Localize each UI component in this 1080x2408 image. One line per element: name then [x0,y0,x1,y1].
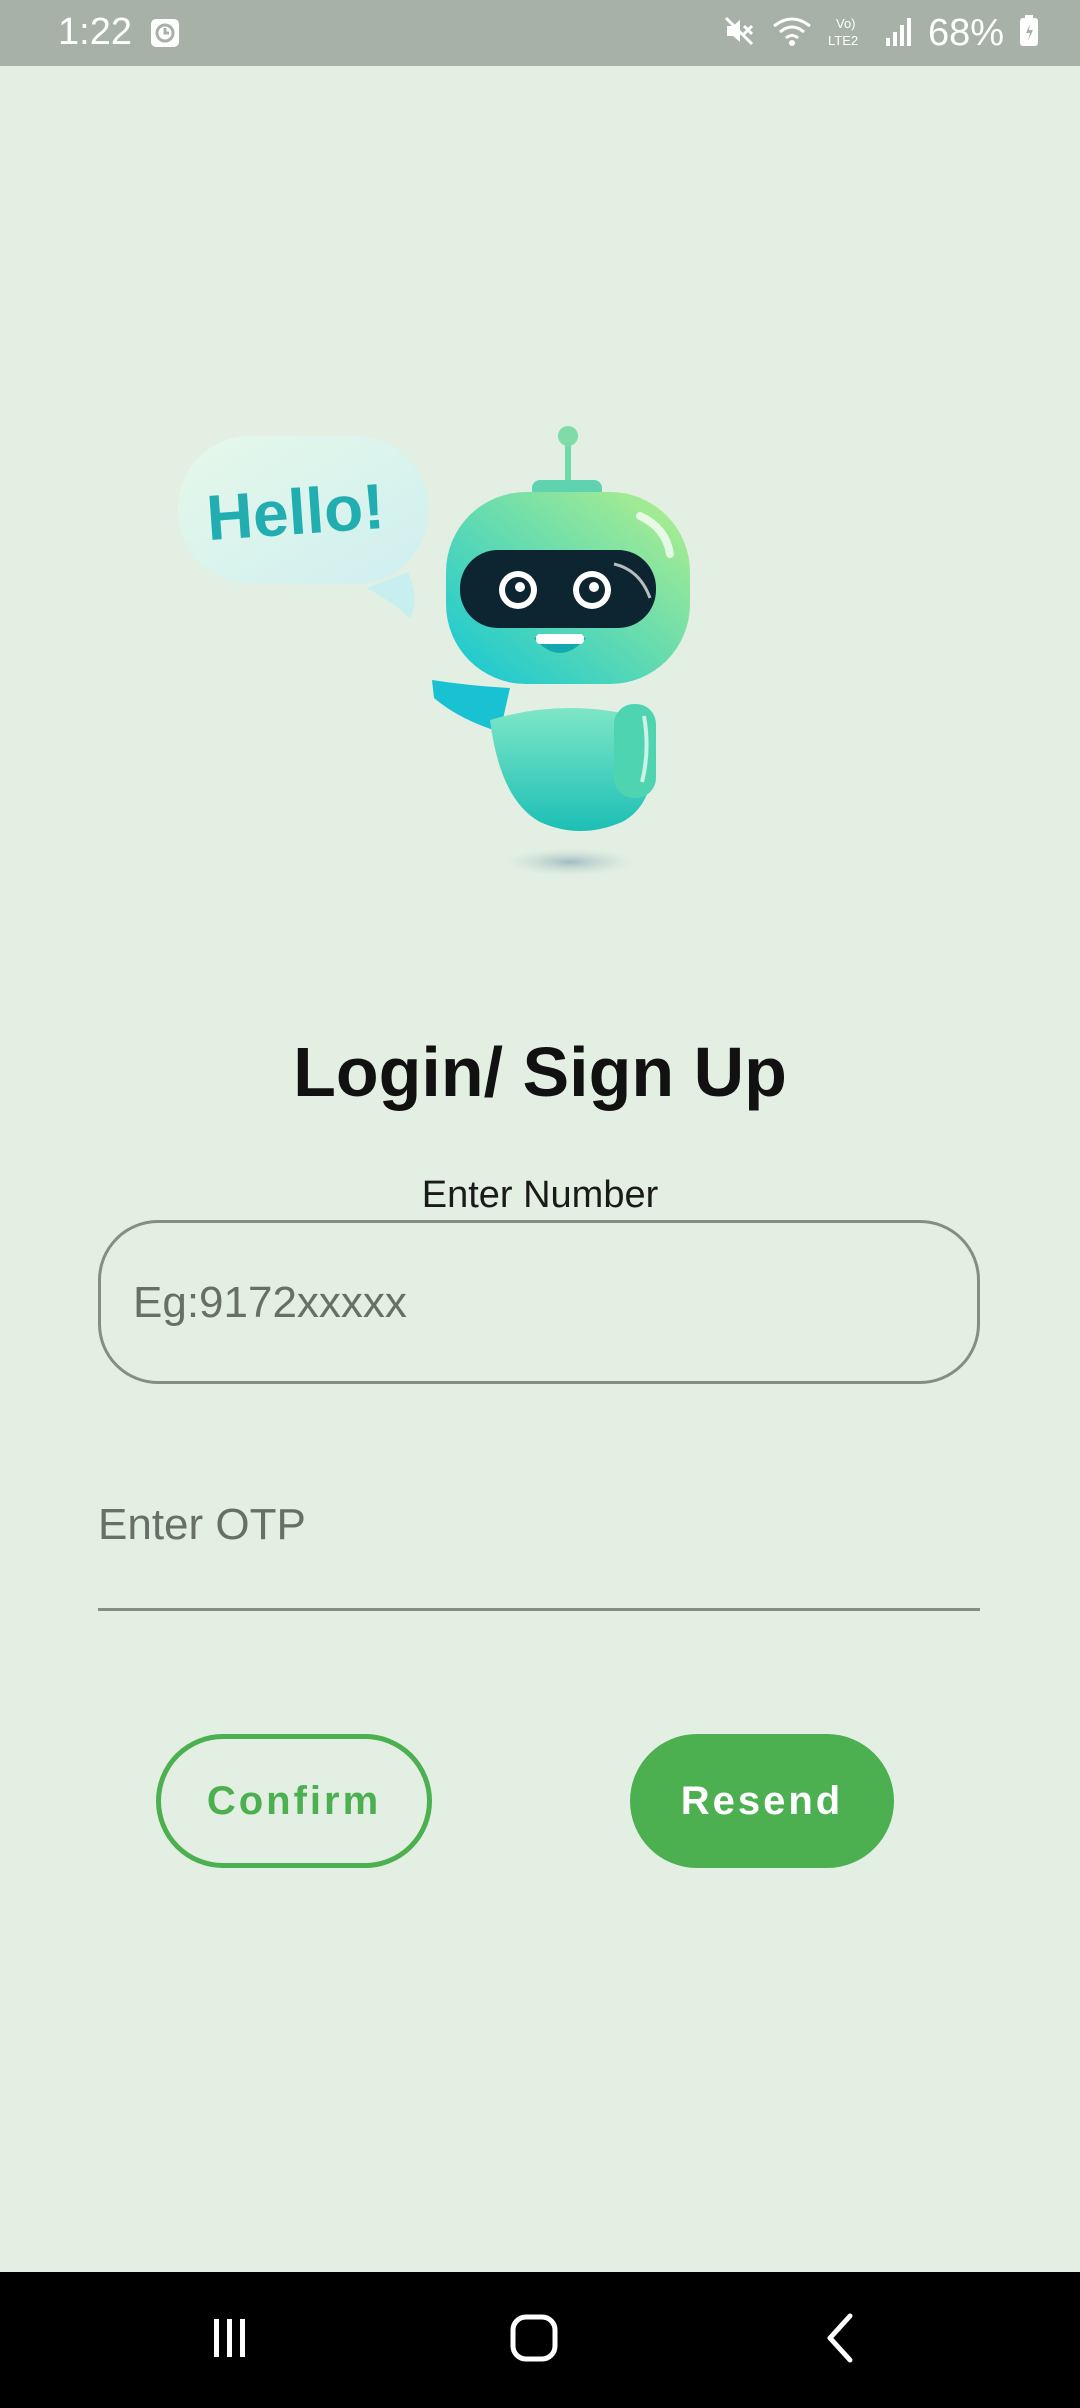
status-bar: 1:22 Vo) LTE2 68% [0,0,1080,66]
page-title: Login/ Sign Up [293,1033,787,1111]
navigation-bar [0,2272,1080,2408]
speech-bubble: Hello! [178,436,428,618]
resend-button[interactable]: Resend [630,1734,894,1868]
otp-input[interactable] [98,1490,980,1560]
back-button[interactable] [790,2272,890,2408]
volte-icon: Vo) LTE2 [828,14,870,53]
robot-illustration: Hello! [170,420,710,900]
otp-field[interactable] [98,1480,980,1611]
bubble-text: Hello! [204,470,386,554]
svg-text:Vo): Vo) [836,16,856,31]
home-button[interactable] [484,2272,584,2408]
alarm-icon [150,18,180,48]
recent-apps-icon [205,2313,255,2368]
svg-text:LTE2: LTE2 [828,33,858,48]
status-icons: Vo) LTE2 68% [722,10,1040,56]
recent-apps-button[interactable] [180,2272,280,2408]
confirm-button[interactable]: Confirm [156,1734,432,1868]
mute-icon [722,14,756,53]
wifi-icon [770,14,814,53]
home-icon [508,2312,560,2369]
battery-percentage: 68% [927,11,1004,54]
phone-number-input[interactable] [131,1223,955,1383]
phone-number-field[interactable] [98,1220,980,1384]
confirm-button-label: Confirm [206,1778,382,1823]
back-icon [820,2312,860,2369]
resend-button-label: Resend [680,1778,844,1823]
status-time: 1:22 [58,11,132,53]
signal-icon [884,14,914,53]
battery-icon [1018,14,1040,53]
number-label: Enter Number [421,1174,659,1216]
